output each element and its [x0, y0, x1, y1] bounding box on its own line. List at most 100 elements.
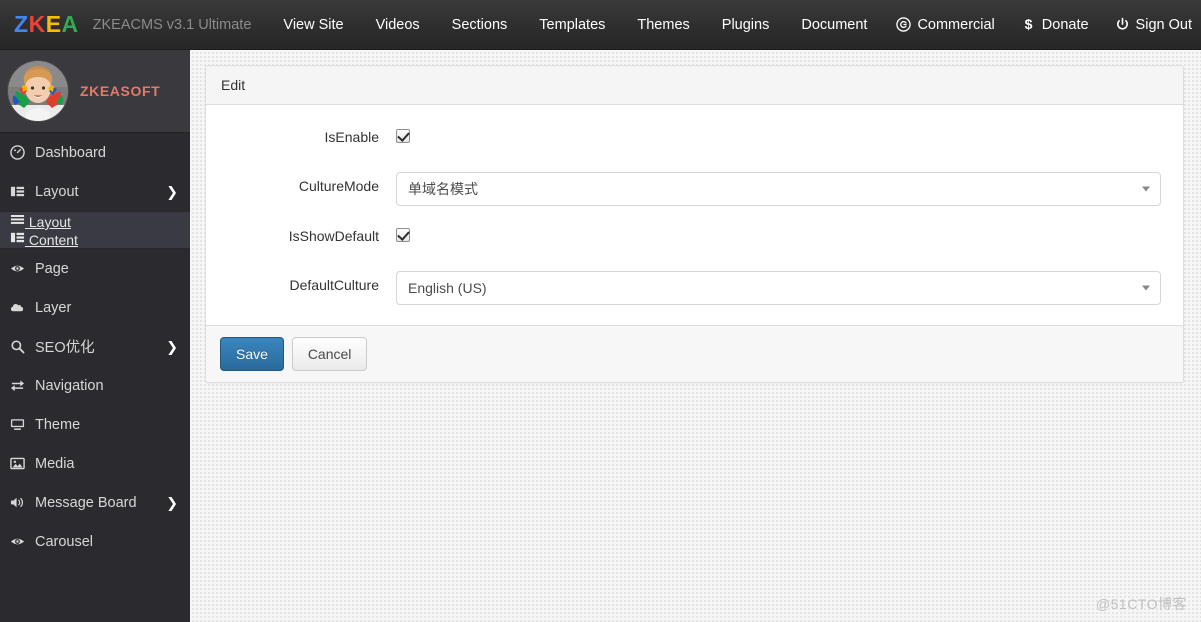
search-icon: [10, 339, 30, 354]
nav-link-donate[interactable]: $ Donate: [1008, 0, 1102, 50]
save-button[interactable]: Save: [220, 337, 284, 372]
avatar: [8, 61, 68, 121]
culturemode-select-value: 单域名模式: [408, 181, 478, 197]
sidebar-item-theme-label: Theme: [35, 416, 81, 433]
power-icon: [1115, 17, 1130, 32]
eye-icon: [10, 534, 30, 549]
field-defaultculture-control: English (US): [396, 270, 1168, 305]
cancel-button[interactable]: Cancel: [291, 337, 368, 372]
sidebar-subitem-content-label: Content: [28, 232, 78, 248]
nav-link-sign-out-label: Sign Out: [1135, 16, 1192, 33]
logo-letter-z: Z: [14, 11, 29, 37]
chevron-right-icon: ❯: [166, 494, 178, 510]
zkea-logo[interactable]: ZKEA: [14, 13, 79, 36]
dashboard-icon: [10, 145, 30, 160]
image-icon: [10, 456, 30, 471]
nav-link-commercial[interactable]: Commercial: [883, 0, 1007, 50]
sidebar-item-navigation[interactable]: Navigation: [0, 366, 190, 405]
watermark: @51CTO博客: [1095, 596, 1187, 612]
nav-link-sign-out[interactable]: Sign Out: [1102, 0, 1201, 50]
sidebar-item-layer-wrap: Layer: [0, 288, 190, 327]
sidebar-item-layout-label: Layout: [35, 183, 79, 200]
desktop-icon: [10, 417, 30, 432]
primary-nav-links: View Site Videos Sections Templates Them…: [267, 0, 883, 50]
field-isenable-control: [396, 122, 1168, 143]
chevron-down-icon: [1142, 186, 1150, 192]
sidebar-item-page[interactable]: Page: [0, 249, 190, 288]
isshowdefault-checkbox[interactable]: [396, 228, 410, 242]
nav-link-commercial-label: Commercial: [917, 16, 995, 33]
nav-link-templates[interactable]: Templates: [523, 0, 621, 50]
top-navbar: ZKEA ZKEACMS v3.1 Ultimate View Site Vid…: [0, 0, 1201, 50]
defaultculture-select[interactable]: English (US): [396, 271, 1161, 305]
sidebar-item-carousel-wrap: Carousel: [0, 522, 190, 561]
sidebar-subitem-layout-wrap: Layout: [0, 212, 190, 230]
columns-icon: [10, 232, 29, 248]
sidebar-item-layer[interactable]: Layer: [0, 288, 190, 327]
sidebar-item-dashboard-wrap: Dashboard: [0, 133, 190, 172]
chevron-down-icon: [1142, 285, 1150, 291]
sidebar: ZKEASOFT Dashboard Layout ❯ Layout Conte…: [0, 50, 190, 622]
field-defaultculture-label: DefaultCulture: [289, 277, 380, 293]
chevron-right-icon: ❯: [166, 183, 178, 199]
sidebar-item-media-wrap: Media: [0, 444, 190, 483]
edit-panel: Edit IsEnable CultureMode 单域名模式 IsShowDe…: [205, 65, 1184, 384]
logo-letter-a: A: [61, 11, 79, 37]
isenable-checkbox[interactable]: [396, 129, 410, 143]
user-profile[interactable]: ZKEASOFT: [0, 50, 190, 133]
sidebar-item-layout-wrap: Layout ❯: [0, 172, 190, 211]
nav-link-videos[interactable]: Videos: [360, 0, 436, 50]
admin-page: ZKEA ZKEACMS v3.1 Ultimate View Site Vid…: [0, 0, 1201, 622]
sidebar-subitem-content-wrap: Content: [0, 230, 190, 248]
sidebar-item-layer-label: Layer: [35, 299, 72, 316]
sidebar-item-layout[interactable]: Layout ❯: [0, 172, 190, 211]
nav-link-donate-label: Donate: [1041, 16, 1089, 33]
sidebar-item-seo[interactable]: SEO优化 ❯: [0, 327, 190, 366]
secondary-nav-links: Commercial $ Donate Sign Out: [883, 0, 1201, 50]
field-isenable: IsEnable: [221, 122, 1168, 156]
nav-link-document[interactable]: Document: [785, 0, 883, 50]
svg-text:$: $: [1024, 17, 1032, 32]
field-culturemode-label: CultureMode: [298, 178, 379, 194]
sidebar-subitem-layout-label: Layout: [28, 214, 71, 230]
sidebar-item-dashboard-label: Dashboard: [35, 144, 106, 161]
sidebar-subitem-content[interactable]: Content: [0, 232, 78, 248]
nav-link-sections[interactable]: Sections: [436, 0, 524, 50]
eye-icon: [10, 261, 30, 276]
field-culturemode: CultureMode 单域名模式: [221, 171, 1168, 206]
sidebar-item-seo-wrap: SEO优化 ❯: [0, 327, 190, 366]
nav-link-view-site[interactable]: View Site: [267, 0, 359, 50]
columns-icon: [10, 184, 30, 199]
sidebar-item-media[interactable]: Media: [0, 444, 190, 483]
sidebar-item-theme-wrap: Theme: [0, 405, 190, 444]
sidebar-item-carousel[interactable]: Carousel: [0, 522, 190, 561]
sidebar-item-message-board-wrap: Message Board ❯: [0, 483, 190, 522]
sidebar-submenu: Layout Content: [0, 211, 190, 249]
cloud-icon: [10, 300, 30, 315]
nav-link-plugins[interactable]: Plugins: [706, 0, 786, 50]
app-version-title: ZKEACMS v3.1 Ultimate: [92, 16, 252, 33]
sidebar-item-carousel-label: Carousel: [35, 533, 94, 550]
sidebar-item-media-label: Media: [35, 455, 75, 472]
sidebar-item-dashboard[interactable]: Dashboard: [0, 133, 190, 172]
logo-letter-e: E: [45, 11, 62, 37]
nav-link-themes[interactable]: Themes: [621, 0, 705, 50]
sidebar-item-page-label: Page: [35, 260, 69, 277]
field-isshowdefault-label: IsShowDefault: [288, 228, 379, 244]
dollar-icon: $: [1021, 17, 1036, 32]
sidebar-item-message-board-label: Message Board: [35, 494, 137, 511]
exchange-icon: [10, 378, 30, 393]
sidebar-item-seo-label: SEO优化: [35, 340, 95, 356]
profile-name: ZKEASOFT: [80, 83, 161, 99]
sidebar-item-navigation-label: Navigation: [35, 377, 104, 394]
sidebar-menu-secondary: Page Layer SEO优化 ❯ Navigation Theme Medi…: [0, 249, 190, 561]
sidebar-subitem-layout[interactable]: Layout: [0, 214, 71, 230]
culturemode-select[interactable]: 单域名模式: [396, 172, 1161, 206]
field-defaultculture: DefaultCulture English (US): [221, 270, 1168, 305]
field-isshowdefault-control: [396, 221, 1168, 242]
sidebar-item-message-board[interactable]: Message Board ❯: [0, 483, 190, 522]
sidebar-menu: Dashboard Layout ❯: [0, 133, 190, 211]
volume-icon: [10, 495, 30, 510]
sidebar-item-theme[interactable]: Theme: [0, 405, 190, 444]
list-icon: [10, 214, 29, 230]
